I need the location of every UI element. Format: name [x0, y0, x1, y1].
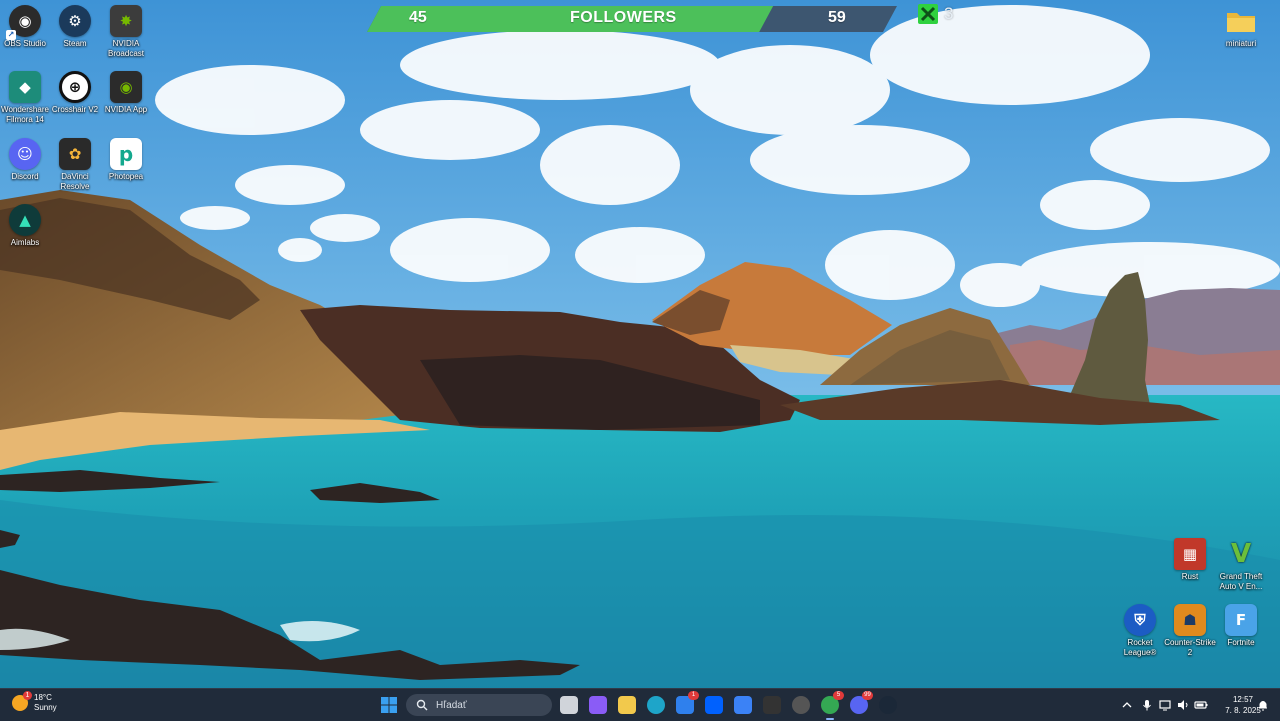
notification-badge: 99 — [862, 691, 873, 700]
aimlabs-icon: ▲ — [9, 204, 41, 236]
nvidia-app-icon: ◉ — [110, 71, 142, 103]
copilot-icon[interactable] — [589, 696, 607, 714]
desktop-icon-nvidia-app[interactable]: ◉ NVIDIA App — [99, 71, 153, 115]
followers-title: FOLLOWERS — [570, 9, 677, 26]
battery-icon[interactable] — [1194, 698, 1208, 712]
taskbar: 1 18°C Sunny Hľadať 1 5 99 12:57 7. 8. 202… — [0, 688, 1280, 721]
notification-bell-icon[interactable] — [1256, 698, 1270, 712]
chevron-up-icon[interactable] — [1120, 698, 1134, 712]
volume-icon[interactable] — [1176, 698, 1190, 712]
steam-taskbar-icon[interactable] — [879, 696, 897, 714]
desktop-icon-label: Rust — [1181, 572, 1199, 581]
game-counter-value: 3 — [944, 4, 954, 23]
desktop-icon-crosshair-v2[interactable]: ⊕ Crosshair V2 — [48, 71, 102, 115]
steam-icon: ⚙ — [59, 5, 91, 37]
app-icon-blue[interactable] — [734, 696, 752, 714]
notification-badge: 5 — [833, 691, 844, 700]
followers-goal-bar: 45 FOLLOWERS 59 — [367, 6, 897, 32]
sun-icon: 1 — [12, 691, 32, 711]
desktop-icon-miniaturi-folder[interactable]: miniaturi — [1214, 5, 1268, 49]
photopea-icon: p — [110, 138, 142, 170]
filmora-icon: ◆ — [9, 71, 41, 103]
desktop-icon-filmora[interactable]: ◆ Wondershare Filmora 14 — [0, 71, 52, 125]
desktop-icon-obs-studio[interactable]: ◉ ↗ OBS Studio — [0, 5, 52, 49]
desktop-icon-label: Discord — [11, 172, 39, 181]
desktop-icon-label: DaVinci Resolve — [60, 172, 90, 191]
obs-taskbar-icon[interactable] — [792, 696, 810, 714]
crosshair-icon: ⊕ — [59, 71, 91, 103]
edge-icon[interactable] — [647, 696, 665, 714]
desktop-icon-label: Steam — [63, 39, 87, 48]
task-view-icon[interactable] — [560, 696, 578, 714]
desktop-icon-label: Rocket League® — [1123, 638, 1157, 657]
game-counter-widget: 3 — [918, 4, 953, 24]
desktop-icon-counter-strike-2[interactable]: ☗ Counter-Strike 2 — [1163, 604, 1217, 658]
rust-icon: ▦ — [1174, 538, 1206, 570]
desktop-icon-davinci-resolve[interactable]: ✿ DaVinci Resolve — [48, 138, 102, 192]
desktop-icon-label: Wondershare Filmora 14 — [1, 105, 49, 124]
discord-taskbar-icon[interactable]: 99 — [850, 691, 873, 714]
davinci-icon: ✿ — [59, 138, 91, 170]
weather-temp: 18°C — [34, 693, 52, 702]
desktop-icon-label: Aimlabs — [10, 238, 40, 247]
desktop-icon-rust[interactable]: ▦ Rust — [1163, 538, 1217, 582]
xbox-logo-icon — [918, 4, 938, 24]
weather-badge: 1 — [23, 691, 32, 700]
desktop-icon-fortnite[interactable]: F Fortnite — [1214, 604, 1268, 648]
file-explorer-icon[interactable] — [618, 696, 636, 714]
desktop-icon-label: NVIDIA Broadcast — [107, 39, 145, 58]
weather-condition: Sunny — [34, 703, 57, 712]
desktop-icon-steam[interactable]: ⚙ Steam — [48, 5, 102, 49]
desktop-icon-label: miniaturi — [1225, 39, 1257, 48]
monitor-icon[interactable] — [1158, 698, 1172, 712]
gta-icon: V — [1230, 539, 1252, 569]
desktop-icon-label: Crosshair V2 — [51, 105, 99, 114]
desktop-icon-label: NVIDIA App — [104, 105, 148, 114]
followers-current-count: 45 — [409, 9, 427, 26]
microphone-icon[interactable] — [1140, 698, 1154, 712]
notification-badge: 1 — [688, 691, 699, 700]
desktop-icon-photopea[interactable]: p Photopea — [99, 138, 153, 182]
cs2-icon: ☗ — [1174, 604, 1206, 636]
notion-icon[interactable] — [763, 696, 781, 714]
discord-icon: ☺ — [9, 138, 41, 170]
nvidia-broadcast-icon: ✸ — [110, 5, 142, 37]
search-icon — [416, 699, 428, 711]
desktop-wallpaper — [0, 0, 1280, 720]
desktop-icon-gta-v[interactable]: V Grand Theft Auto V En... — [1214, 538, 1268, 592]
desktop-icon-label: Counter-Strike 2 — [1164, 638, 1216, 657]
microsoft-store-icon[interactable]: 1 — [676, 691, 699, 714]
search-placeholder: Hľadať — [436, 699, 467, 711]
folder-icon — [1225, 5, 1257, 37]
desktop-icon-label: Fortnite — [1227, 638, 1255, 647]
desktop-icon-label: Grand Theft Auto V En... — [1219, 572, 1263, 591]
desktop-icon-discord[interactable]: ☺ Discord — [0, 138, 52, 182]
followers-goal-count: 59 — [828, 9, 846, 26]
obs-icon: ◉ ↗ — [6, 5, 41, 40]
windows-start-button[interactable] — [381, 697, 397, 713]
desktop-icon-label: OBS Studio — [4, 39, 46, 48]
desktop-icon-aimlabs[interactable]: ▲ Aimlabs — [0, 204, 52, 248]
taskbar-search-box[interactable]: Hľadať — [406, 694, 552, 716]
desktop-icon-label: Photopea — [108, 172, 144, 181]
desktop-icon-rocket-league[interactable]: ⛨ Rocket League® — [1113, 604, 1167, 658]
desktop-icon-nvidia-broadcast[interactable]: ✸ NVIDIA Broadcast — [99, 5, 153, 59]
rocket-league-icon: ⛨ — [1124, 604, 1156, 636]
weather-widget[interactable]: 1 18°C Sunny — [12, 691, 57, 713]
chrome-icon[interactable]: 5 — [821, 691, 844, 720]
dropbox-icon[interactable] — [705, 696, 723, 714]
fortnite-icon: F — [1225, 604, 1257, 636]
